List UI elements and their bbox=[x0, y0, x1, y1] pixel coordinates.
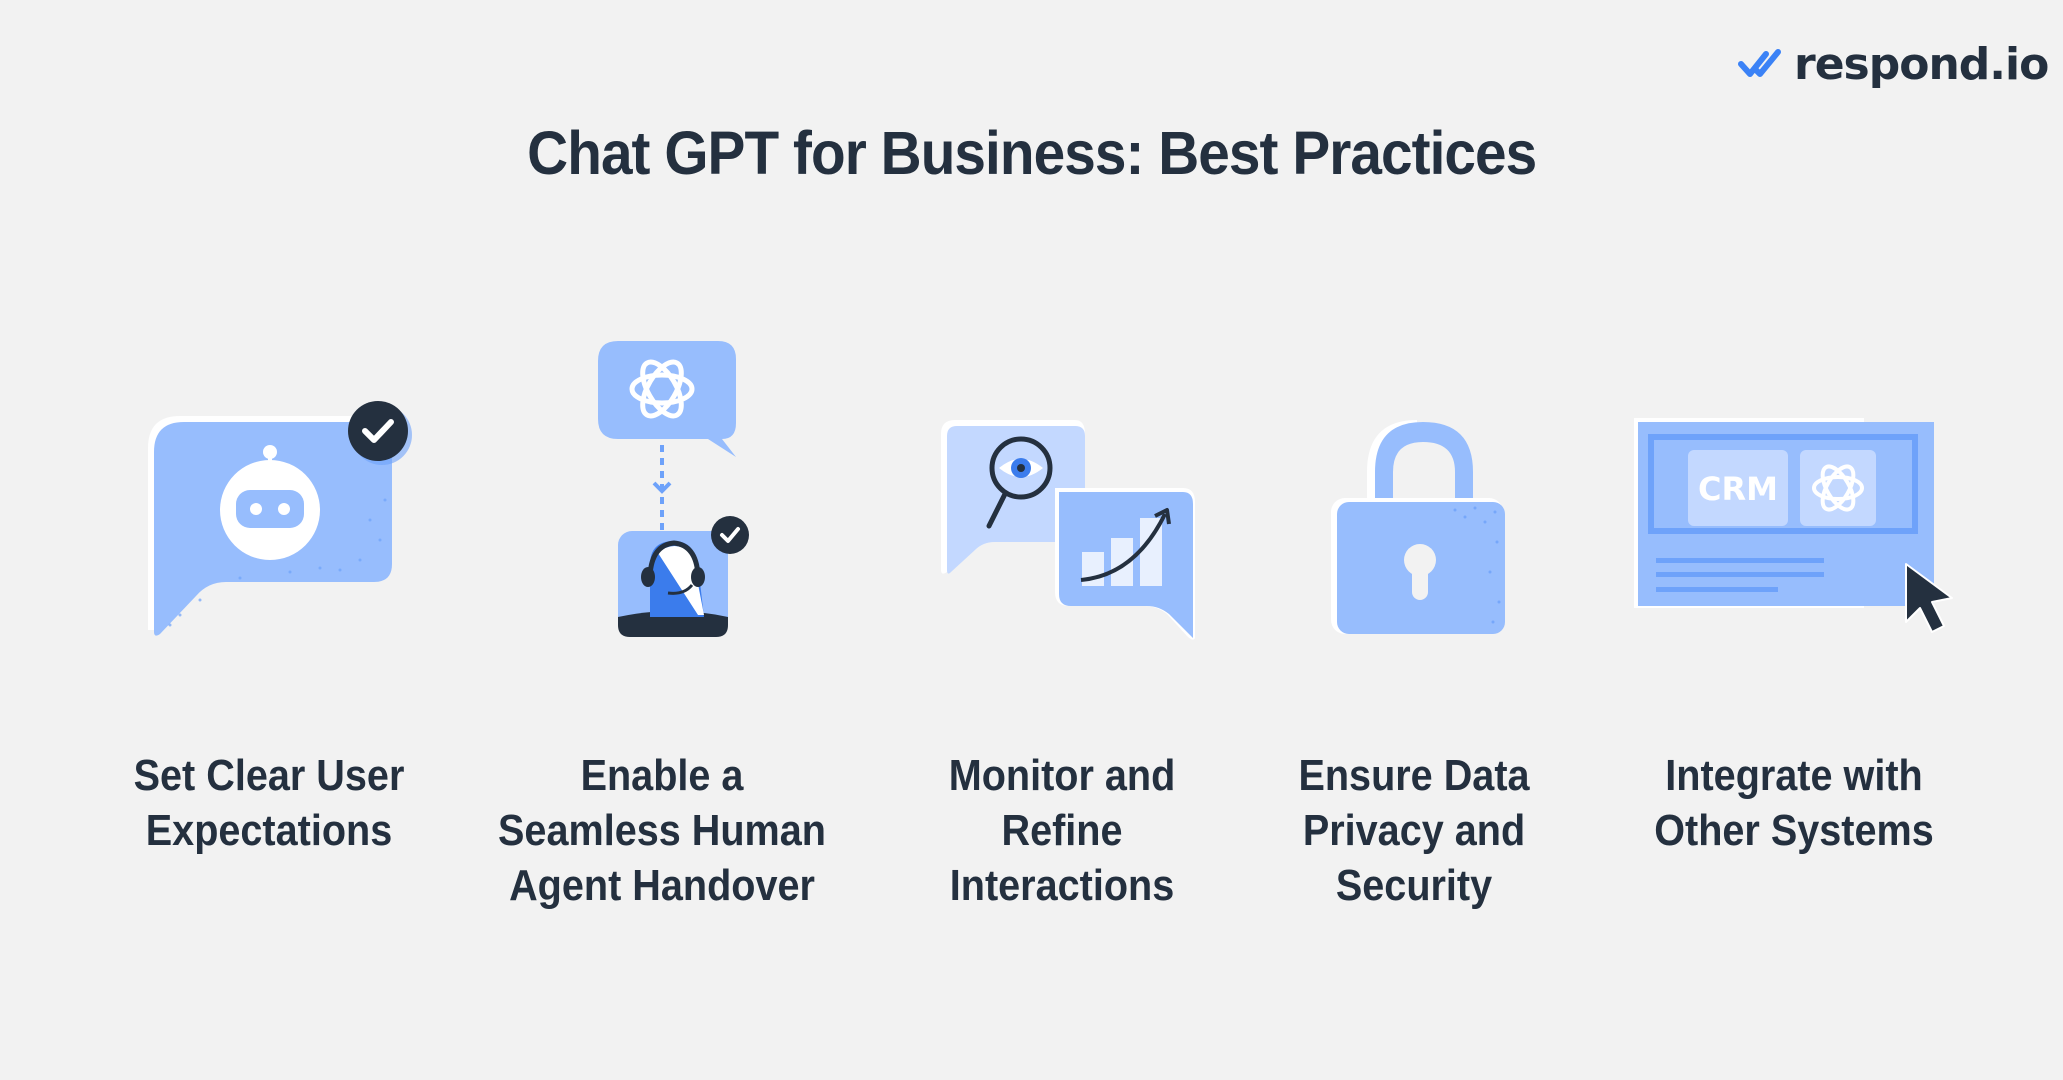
label-line: Refine bbox=[1001, 806, 1123, 855]
practice-label-set-clear-user-expectations: Set Clear User Expectations bbox=[89, 748, 449, 858]
chatgpt-to-human-agent-icon bbox=[598, 341, 749, 637]
check-badge-icon bbox=[711, 516, 749, 554]
label-line: Monitor and bbox=[948, 751, 1176, 800]
double-check-icon bbox=[1738, 49, 1781, 77]
label-line: Interactions bbox=[949, 861, 1175, 910]
monitor-analytics-icon bbox=[941, 420, 1195, 640]
respond-io-logo: respond.io bbox=[1738, 38, 2049, 90]
label-line: Ensure Data bbox=[1298, 751, 1530, 800]
robot-chat-bubble-icon bbox=[148, 401, 412, 636]
label-line: Security bbox=[1335, 861, 1493, 910]
label-line: Other Systems bbox=[1654, 806, 1934, 855]
label-line: Enable a bbox=[580, 751, 744, 800]
label-line: Agent Handover bbox=[509, 861, 815, 910]
label-line: Seamless Human bbox=[498, 806, 826, 855]
page-title: Chat GPT for Business: Best Practices bbox=[527, 119, 1537, 187]
human-agent-icon bbox=[618, 531, 728, 637]
padlock-icon bbox=[1331, 420, 1505, 634]
crm-label: CRM bbox=[1698, 470, 1778, 508]
label-line: Set Clear User bbox=[133, 751, 405, 800]
practice-label-monitor-and-refine: Monitor and Refine Interactions bbox=[882, 748, 1242, 913]
brand-name: respond.io bbox=[1794, 38, 2049, 90]
practice-label-data-privacy-security: Ensure Data Privacy and Security bbox=[1234, 748, 1594, 913]
practice-label-human-agent-handover: Enable a Seamless Human Agent Handover bbox=[482, 748, 842, 913]
practice-label-integrate-other-systems: Integrate with Other Systems bbox=[1614, 748, 1974, 858]
label-line: Expectations bbox=[145, 806, 393, 855]
label-line: Privacy and bbox=[1302, 806, 1526, 855]
crm-integration-icon: CRM bbox=[1634, 418, 1953, 633]
label-line: Integrate with bbox=[1665, 751, 1923, 800]
